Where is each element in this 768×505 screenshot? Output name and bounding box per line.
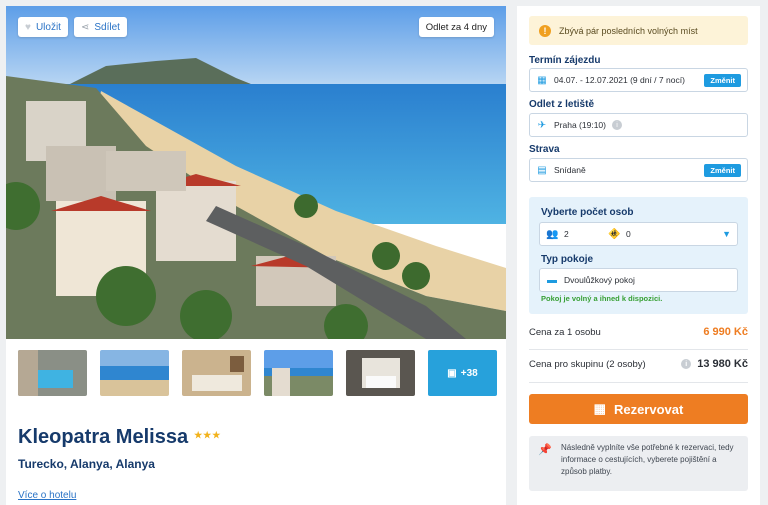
- room-label: Typ pokoje: [541, 254, 594, 265]
- share-button[interactable]: ⋖ Sdílet: [74, 17, 127, 37]
- plane-icon: ✈: [537, 119, 547, 131]
- hotel-location: Turecko, Alanya, Alanya: [18, 457, 155, 471]
- persons-section: Vyberte počet osob 👥 2 🚸 0 ▼ Typ pokoje …: [529, 197, 748, 314]
- booking-panel: ! Zbývá pár posledních volných míst Term…: [517, 6, 760, 505]
- thumbnail-image: [182, 350, 251, 396]
- pin-icon: 📌: [538, 444, 552, 456]
- price-per-person-row: Cena za 1 osobu 6 990 Kč: [529, 326, 748, 338]
- share-icon: ⋖: [81, 21, 90, 33]
- price-group: i 13 980 Kč: [681, 358, 748, 370]
- heart-icon: ♥: [25, 21, 31, 33]
- thumbnail-image: [346, 350, 415, 396]
- reserve-button[interactable]: ▦ Rezervovat: [529, 394, 748, 424]
- thumbnail-beach[interactable]: [100, 350, 169, 396]
- star-rating: ★★★: [194, 430, 222, 440]
- divider: [529, 382, 748, 383]
- hotel-title: Kleopatra Melissa ★★★: [18, 426, 222, 448]
- price-group-row: Cena pro skupinu (2 osoby) i 13 980 Kč: [529, 358, 748, 370]
- bed-icon: ▬: [547, 274, 557, 286]
- term-label: Termín zájezdu: [529, 55, 601, 66]
- persons-label: Vyberte počet osob: [541, 207, 634, 218]
- departure-badge: Odlet za 4 dny: [418, 17, 494, 37]
- calendar-icon: ▦: [593, 401, 606, 416]
- change-term-button[interactable]: Změnit: [704, 73, 741, 87]
- thumbnail-room[interactable]: [182, 350, 251, 396]
- thumbnail-image: [100, 350, 169, 396]
- room-field[interactable]: ▬ Dvoulůžkový pokoj: [539, 268, 738, 292]
- persons-selector[interactable]: 👥 2 🚸 0 ▼: [539, 222, 738, 246]
- warning-icon: !: [539, 24, 551, 37]
- chevron-down-icon: ▼: [722, 229, 731, 239]
- term-field[interactable]: ▦ 04.07. - 12.07.2021 (9 dní / 7 nocí) Z…: [529, 68, 748, 92]
- more-photos-button[interactable]: ▣ +38: [428, 350, 497, 396]
- thumbnail-pool[interactable]: [18, 350, 87, 396]
- more-about-hotel-link[interactable]: Více o hotelu: [18, 490, 76, 501]
- hero-photo: [6, 6, 506, 339]
- info-icon[interactable]: i: [681, 359, 692, 369]
- thumbnail-hotel[interactable]: [264, 350, 333, 396]
- airport-label: Odlet z letiště: [529, 99, 595, 110]
- board-field[interactable]: ▤ Snídaně Změnit: [529, 158, 748, 182]
- room-availability-note: Pokoj je volný a ihned k dispozici.: [541, 294, 663, 303]
- thumbnail-image: [264, 350, 333, 396]
- airport-field[interactable]: ✈ Praha (19:10) i: [529, 113, 748, 137]
- hotel-card: ♥ Uložit ⋖ Sdílet Odlet za 4 dny ▣ +38 K…: [6, 6, 506, 505]
- gallery-thumbnails: ▣ +38: [18, 350, 497, 396]
- thumbnail-image: [18, 350, 87, 396]
- hero-image[interactable]: ♥ Uložit ⋖ Sdílet Odlet za 4 dny: [6, 6, 506, 339]
- calendar-icon: ▦: [537, 74, 547, 86]
- children-icon: 🚸: [608, 228, 621, 240]
- image-icon: ▣: [447, 367, 457, 379]
- adults-icon: 👥: [546, 228, 559, 240]
- info-icon[interactable]: i: [611, 120, 622, 130]
- reservation-note: 📌 Následně vyplníte vše potřebné k rezer…: [529, 436, 748, 491]
- board-label: Strava: [529, 144, 560, 155]
- change-board-button[interactable]: Změnit: [704, 163, 741, 177]
- divider: [529, 349, 748, 350]
- thumbnail-bedroom[interactable]: [346, 350, 415, 396]
- save-button[interactable]: ♥ Uložit: [18, 17, 68, 37]
- meal-icon: ▤: [537, 164, 547, 176]
- price-per-person: 6 990 Kč: [703, 326, 748, 338]
- availability-alert: ! Zbývá pár posledních volných míst: [529, 16, 748, 45]
